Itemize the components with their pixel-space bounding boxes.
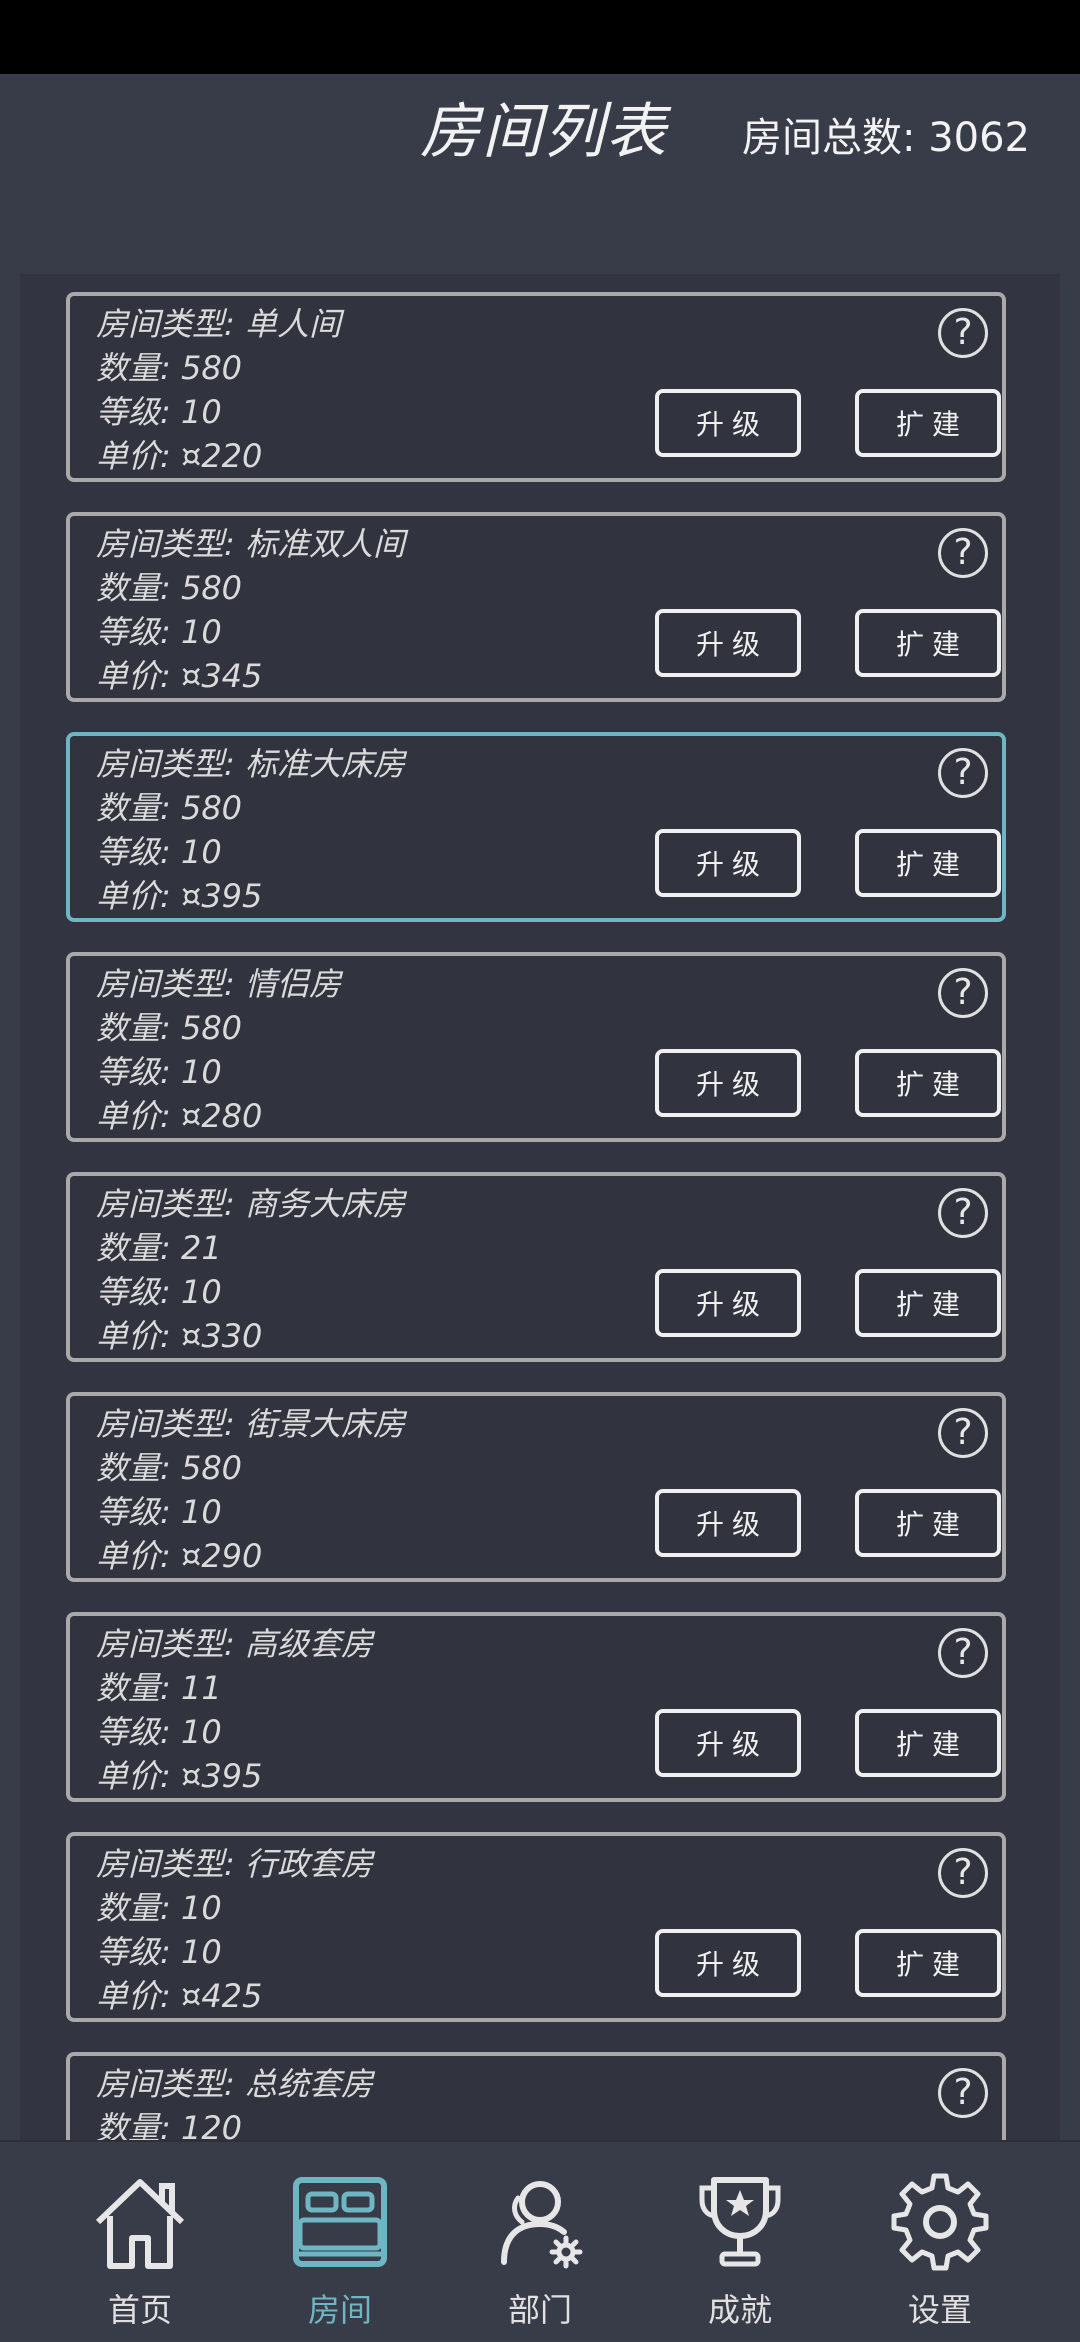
room-price: 单价: ¤290: [96, 1537, 263, 1575]
upgrade-button[interactable]: 升级: [655, 829, 801, 897]
upgrade-button[interactable]: 升级: [655, 1929, 801, 1997]
nav-label: 房间: [307, 2291, 372, 2329]
expand-button[interactable]: 扩建: [855, 1929, 1001, 1997]
room-type: 房间类型: 标准大床房: [96, 745, 405, 783]
room-card: 房间类型: 商务大床房 数量: 21 等级: 10 单价: ¤330 ? 升级 …: [66, 1172, 1006, 1362]
room-card: 房间类型: 总统套房 数量: 120 ?: [66, 2052, 1006, 2140]
nav-item-settings[interactable]: 设置: [840, 2142, 1040, 2342]
room-count: 数量: 580: [96, 789, 243, 827]
room-price: 单价: ¤330: [96, 1317, 263, 1355]
room-count: 数量: 580: [96, 569, 243, 607]
help-icon[interactable]: ?: [938, 1408, 988, 1458]
room-price: 单价: ¤220: [96, 437, 263, 475]
help-icon[interactable]: ?: [938, 308, 988, 358]
room-level: 等级: 10: [96, 1273, 222, 1311]
room-total-count: 房间总数: 3062: [742, 115, 1030, 161]
room-count: 数量: 21: [96, 1229, 222, 1267]
room-card: 房间类型: 标准双人间 数量: 580 等级: 10 单价: ¤345 ? 升级…: [66, 512, 1006, 702]
room-list[interactable]: 房间类型: 单人间 数量: 580 等级: 10 单价: ¤220 ? 升级 扩…: [20, 274, 1060, 2140]
help-icon[interactable]: ?: [938, 2068, 988, 2118]
bottom-nav: 首页 房间 部门 成就 设置: [0, 2140, 1080, 2342]
help-icon[interactable]: ?: [938, 1628, 988, 1678]
nav-item-rooms[interactable]: 房间: [240, 2142, 440, 2342]
expand-button[interactable]: 扩建: [855, 1049, 1001, 1117]
room-type: 房间类型: 商务大床房: [96, 1185, 405, 1223]
room-level: 等级: 10: [96, 1713, 222, 1751]
trophy-icon: [699, 2177, 781, 2267]
help-icon[interactable]: ?: [938, 1848, 988, 1898]
room-type: 房间类型: 街景大床房: [96, 1405, 405, 1443]
room-type: 房间类型: 高级套房: [96, 1625, 373, 1663]
room-type: 房间类型: 单人间: [96, 305, 341, 343]
room-count: 数量: 580: [96, 1009, 243, 1047]
nav-item-achievements[interactable]: 成就: [640, 2142, 840, 2342]
nav-label: 设置: [907, 2291, 972, 2329]
nav-label: 首页: [107, 2291, 172, 2329]
room-card: 房间类型: 单人间 数量: 580 等级: 10 单价: ¤220 ? 升级 扩…: [66, 292, 1006, 482]
page-title: 房间列表: [420, 97, 668, 167]
room-level: 等级: 10: [96, 833, 222, 871]
room-count: 数量: 120: [96, 2109, 243, 2140]
expand-button[interactable]: 扩建: [855, 1269, 1001, 1337]
room-price: 单价: ¤395: [96, 1757, 263, 1795]
staff-icon: [501, 2181, 583, 2269]
room-count: 数量: 11: [96, 1669, 222, 1707]
bed-icon: [293, 2177, 387, 2267]
help-icon[interactable]: ?: [938, 528, 988, 578]
room-card: 房间类型: 情侣房 数量: 580 等级: 10 单价: ¤280 ? 升级 扩…: [66, 952, 1006, 1142]
upgrade-button[interactable]: 升级: [655, 389, 801, 457]
room-card-selected: 房间类型: 标准大床房 数量: 580 等级: 10 单价: ¤395 ? 升级…: [66, 732, 1006, 922]
room-level: 等级: 10: [96, 1493, 222, 1531]
gear-icon: [891, 2173, 989, 2271]
room-price: 单价: ¤280: [96, 1097, 263, 1135]
expand-button[interactable]: 扩建: [855, 609, 1001, 677]
room-card: 房间类型: 高级套房 数量: 11 等级: 10 单价: ¤395 ? 升级 扩…: [66, 1612, 1006, 1802]
expand-button[interactable]: 扩建: [855, 829, 1001, 897]
room-level: 等级: 10: [96, 613, 222, 651]
room-type: 房间类型: 总统套房: [96, 2065, 373, 2103]
home-icon: [95, 2179, 185, 2269]
expand-button[interactable]: 扩建: [855, 1709, 1001, 1777]
upgrade-button[interactable]: 升级: [655, 1489, 801, 1557]
help-icon[interactable]: ?: [938, 748, 988, 798]
nav-label: 部门: [507, 2291, 572, 2329]
room-level: 等级: 10: [96, 1933, 222, 1971]
room-type: 房间类型: 情侣房: [96, 965, 341, 1003]
nav-item-home[interactable]: 首页: [40, 2142, 240, 2342]
upgrade-button[interactable]: 升级: [655, 1049, 801, 1117]
room-type: 房间类型: 行政套房: [96, 1845, 373, 1883]
room-count: 数量: 580: [96, 1449, 243, 1487]
help-icon[interactable]: ?: [938, 1188, 988, 1238]
room-count: 数量: 10: [96, 1889, 222, 1927]
nav-label: 成就: [707, 2291, 772, 2329]
help-icon[interactable]: ?: [938, 968, 988, 1018]
upgrade-button[interactable]: 升级: [655, 1709, 801, 1777]
upgrade-button[interactable]: 升级: [655, 1269, 801, 1337]
status-bar: [0, 0, 1080, 74]
expand-button[interactable]: 扩建: [855, 1489, 1001, 1557]
nav-item-departments[interactable]: 部门: [440, 2142, 640, 2342]
room-price: 单价: ¤345: [96, 657, 263, 695]
room-count: 数量: 580: [96, 349, 243, 387]
expand-button[interactable]: 扩建: [855, 389, 1001, 457]
room-price: 单价: ¤425: [96, 1977, 263, 2015]
room-level: 等级: 10: [96, 1053, 222, 1091]
room-level: 等级: 10: [96, 393, 222, 431]
room-type: 房间类型: 标准双人间: [96, 525, 405, 563]
room-card: 房间类型: 街景大床房 数量: 580 等级: 10 单价: ¤290 ? 升级…: [66, 1392, 1006, 1582]
room-price: 单价: ¤395: [96, 877, 263, 915]
room-card: 房间类型: 行政套房 数量: 10 等级: 10 单价: ¤425 ? 升级 扩…: [66, 1832, 1006, 2022]
upgrade-button[interactable]: 升级: [655, 609, 801, 677]
